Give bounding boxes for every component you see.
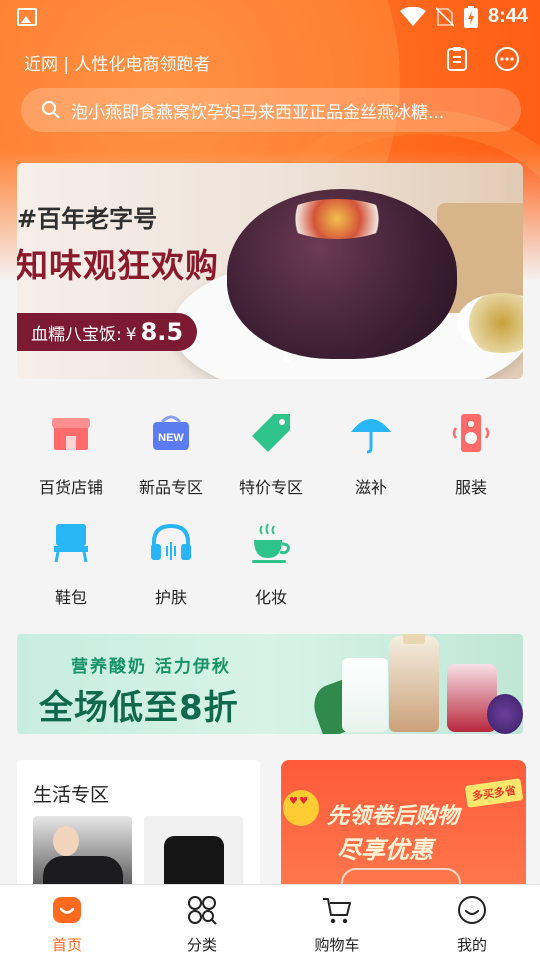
life-section-card[interactable]: 生活专区 [17,760,260,900]
category-label: 鞋包 [54,588,87,607]
tab-label: 我的 [456,936,487,954]
category-label: 特价专区 [238,478,303,497]
category-sale[interactable]: 特价专区 [221,410,321,498]
rice-pudding-image [227,189,457,359]
tab-label: 分类 [186,936,217,954]
heart-eyes-emoji-icon [283,790,319,826]
home-icon [53,897,81,923]
category-new[interactable]: NEW 新品专区 [121,410,221,498]
message-icon[interactable] [494,46,520,72]
clipboard-icon[interactable] [444,46,470,72]
category-label: 护肤 [154,588,187,607]
search-bar[interactable]: 泡小燕即食燕窝饮孕妇马来西亚正品金丝燕冰糖... [21,88,521,132]
grapes-image [487,694,523,734]
chair-icon [54,524,88,563]
milk-tea-bottle-image [389,634,439,732]
coupon-badge: 多买多省 [464,778,524,808]
category-label: 滋补 [354,478,387,497]
svg-text:NEW: NEW [158,432,184,444]
promo-carousel-banner[interactable]: #百年老字号 知味观狂欢购 血糯八宝饭: ¥ 8.5 [17,163,523,379]
image-notification-icon [17,8,37,26]
yogurt-promo-banner[interactable]: 营养酸奶 活力伊秋 全场低至8折 [17,634,523,734]
coupon-line2: 尽享优惠 [337,836,433,864]
banner-price-currency: ¥ [125,325,137,345]
category-label: 百货店铺 [38,478,103,497]
bottom-tab-bar: 首页 分类 购物车 我的 [0,884,540,960]
store-icon [52,418,90,450]
umbrella-icon [351,419,391,454]
carousel-indicator-dot[interactable] [283,356,290,363]
app-tagline: 近网 | 人性化电商领跑者 [24,55,211,75]
status-bar: 8:44 [0,0,540,36]
search-icon [42,101,60,119]
cart-icon [323,898,351,924]
banner-tag: #百年老字号 [17,205,158,233]
no-sim-icon [435,6,454,27]
category-store[interactable]: 百货店铺 [21,410,121,498]
wifi-icon [399,6,426,26]
category-label: 服装 [454,478,487,497]
coupon-promo-card[interactable]: 先领卷后购物 尽享优惠 多买多省 [281,760,526,900]
tab-home[interactable]: 首页 [17,895,117,955]
tab-cart[interactable]: 购物车 [287,895,387,955]
new-bag-icon: NEW [153,415,189,450]
banner-headline: 知味观狂欢购 [17,246,219,285]
search-placeholder: 泡小燕即食燕窝饮孕妇马来西亚正品金丝燕冰糖... [71,102,445,123]
category-label: 化妆 [254,588,287,607]
category-icon [188,896,217,925]
banner-price-pill: 血糯八宝饭: ¥ 8.5 [17,313,198,351]
category-label: 新品专区 [138,478,203,497]
category-shoes-bags[interactable]: 鞋包 [21,520,121,608]
life-section-title: 生活专区 [33,784,110,806]
banner-price-label: 血糯八宝饭: [31,325,122,345]
tab-profile[interactable]: 我的 [422,895,522,955]
tab-label: 购物车 [314,936,360,954]
tab-category[interactable]: 分类 [152,895,252,955]
category-cosmetics[interactable]: 化妆 [221,520,321,608]
teacup-icon [252,523,290,563]
coupon-line1: 先领卷后购物 [327,804,460,829]
speaker-icon [452,414,490,452]
category-tonic[interactable]: 滋补 [321,410,421,498]
category-clothing[interactable]: 服装 [421,410,521,498]
yogurt-bottle-image [342,658,388,732]
tab-label: 首页 [51,936,82,954]
headphones-icon [151,523,191,560]
promo-subtitle: 营养酸奶 活力伊秋 [71,657,231,677]
price-tag-icon [252,414,290,452]
profile-icon [458,896,486,924]
status-time: 8:44 [487,5,528,27]
category-skincare[interactable]: 护肤 [121,520,221,608]
banner-price-value: 8.5 [140,318,184,346]
battery-icon [463,5,478,28]
promo-title: 全场低至8折 [39,688,239,728]
